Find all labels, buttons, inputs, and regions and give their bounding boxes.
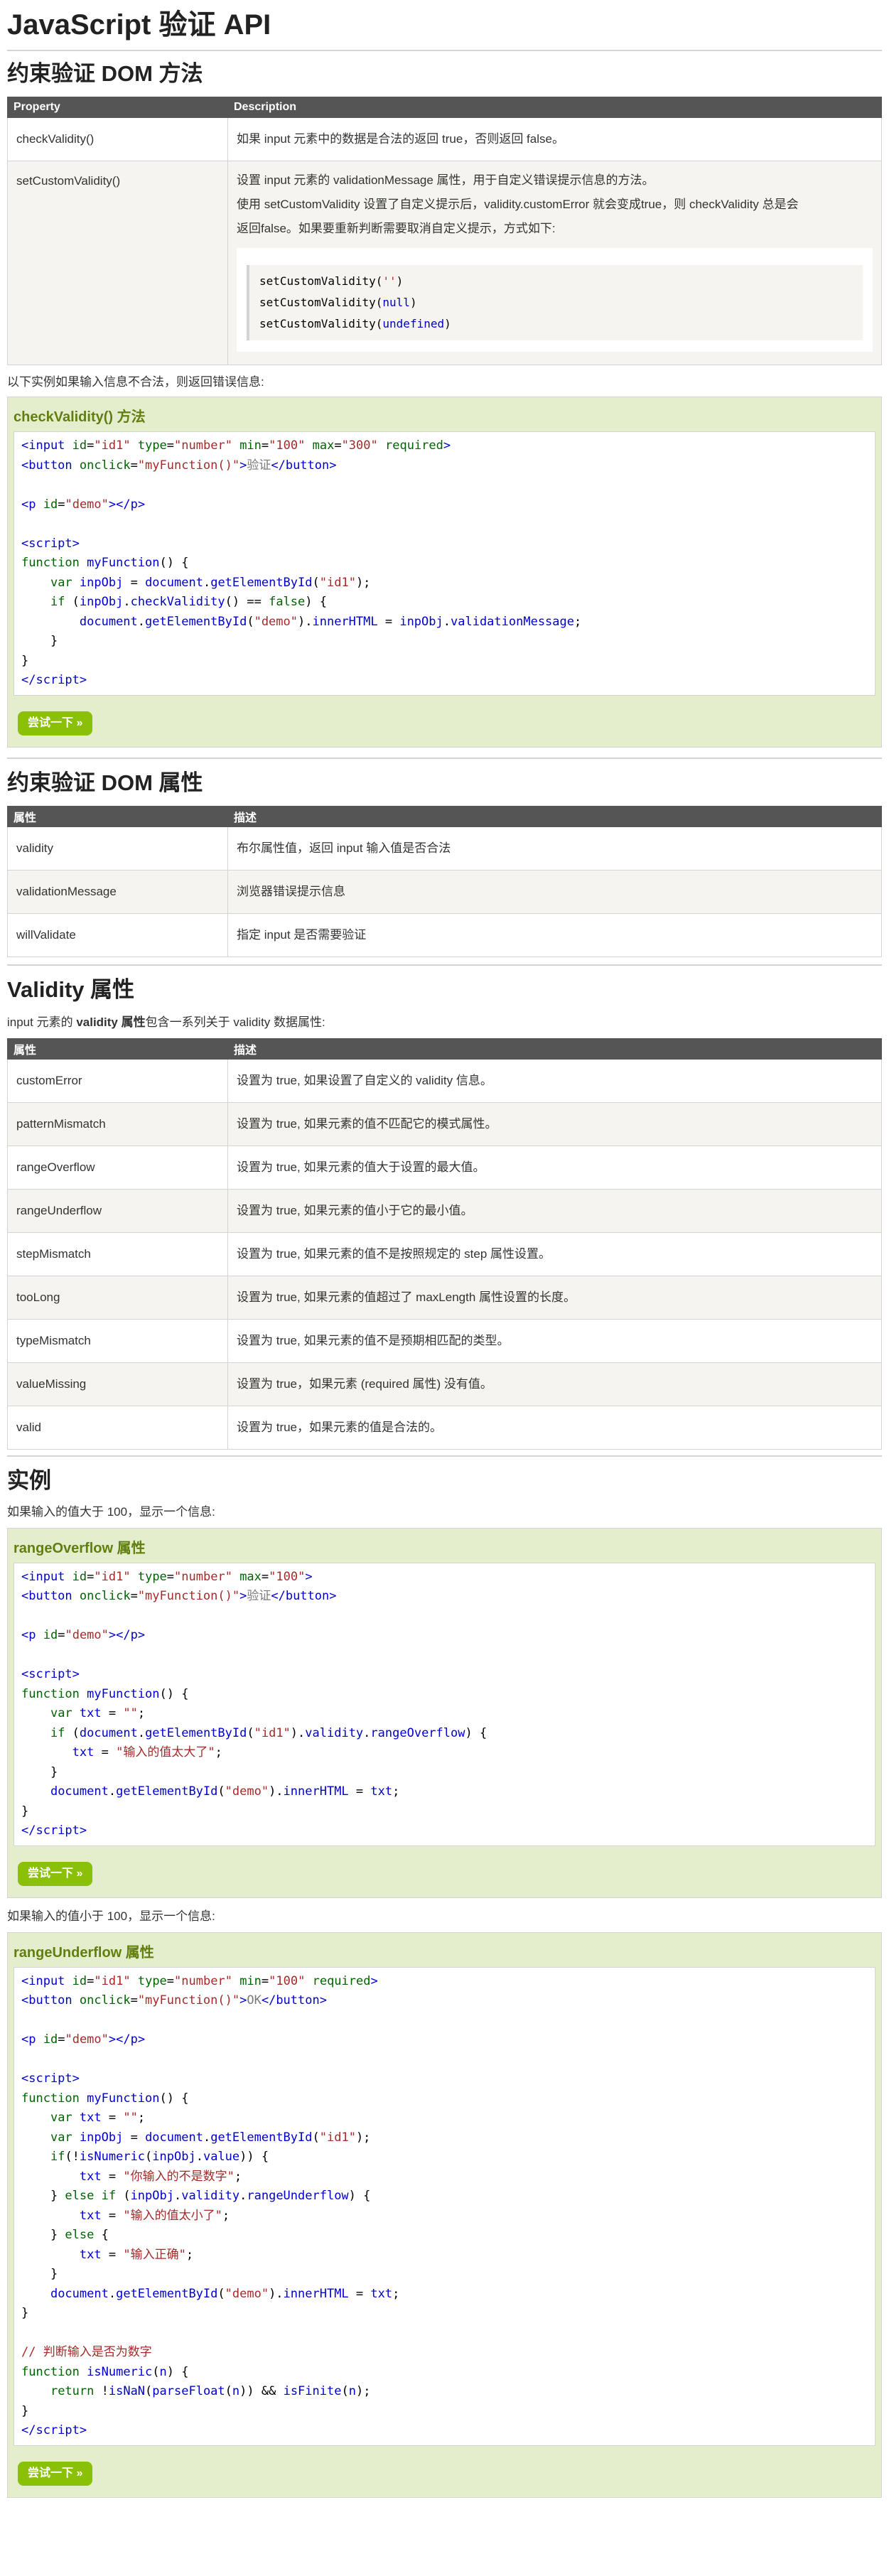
table-row: stepMismatch 设置为 true, 如果元素的值不是按照规定的 ste… [7,1232,882,1276]
table-cell-prop: rangeUnderflow [7,1188,228,1233]
try-it-button[interactable]: 尝试一下 » [18,711,93,735]
table-cell-prop: checkValidity() [7,117,228,161]
example-title: rangeOverflow 属性 [14,1540,146,1556]
table-cell-desc: 设置为 true，如果元素的值是合法的。 [227,1405,882,1450]
table-row: checkValidity() 如果 input 元素中的数据是合法的返回 tr… [7,117,882,161]
table-cell-prop: valueMissing [7,1362,228,1406]
code-line: setCustomValidity('') [259,274,404,288]
section-divider [7,757,882,759]
example-title: checkValidity() 方法 [14,409,146,425]
inline-code-wrapper: setCustomValidity('') setCustomValidity(… [237,248,873,352]
example-box-range-overflow: rangeOverflow 属性 <input id="id1" type="n… [7,1527,882,1898]
code-block: <input id="id1" type="number" max="100">… [14,1562,875,1846]
table-cell-prop: validationMessage [7,869,228,914]
example-title: rangeUnderflow 属性 [14,1944,154,1961]
inline-code-block: setCustomValidity('') setCustomValidity(… [247,265,863,340]
table-cell-prop: validity [7,826,228,871]
table-cell-prop: setCustomValidity() [7,161,228,365]
page-title: JavaScript 验证 API [7,9,271,41]
table-cell-desc: 设置为 true, 如果设置了自定义的 validity 信息。 [227,1058,882,1103]
validity-intro: input 元素的 validity 属性包含一系列关于 validity 数据… [7,1015,325,1029]
table-cell-prop: tooLong [7,1275,228,1320]
table-header: Property [7,97,228,118]
table-row: tooLong 设置为 true, 如果元素的值超过了 maxLength 属性… [7,1275,882,1320]
example-box-check-validity: checkValidity() 方法 <input id="id1" type=… [7,397,882,748]
title-divider [7,50,882,51]
table-cell-desc: 设置为 true, 如果元素的值超过了 maxLength 属性设置的长度。 [227,1275,882,1320]
table-header: 属性 [7,805,228,827]
code-line: setCustomValidity(null) [259,296,417,309]
code-block: <input id="id1" type="number" min="100" … [14,431,875,696]
validity-table: 属性 描述 customError 设置为 true, 如果设置了自定义的 va… [7,1038,882,1450]
table-header: Description [227,97,882,118]
desc-line: 使用 setCustomValidity 设置了自定义提示后，validity.… [237,198,799,211]
try-it-button[interactable]: 尝试一下 » [18,1861,93,1886]
table-row: typeMismatch 设置为 true, 如果元素的值不是预期相匹配的类型。 [7,1318,882,1363]
section-divider [7,964,882,966]
table-cell-desc: 设置 input 元素的 validationMessage 属性，用于自定义错… [227,161,882,365]
table-header: 描述 [227,1038,882,1060]
table-row: valid 设置为 true，如果元素的值是合法的。 [7,1405,882,1450]
table-row: rangeUnderflow 设置为 true, 如果元素的值小于它的最小值。 [7,1188,882,1233]
dom-methods-table: Property Description checkValidity() 如果 … [7,97,882,365]
table-cell-prop: rangeOverflow [7,1145,228,1190]
table-header: 描述 [227,805,882,827]
table-cell-prop: valid [7,1405,228,1450]
table-row: validity 布尔属性值，返回 input 输入值是否合法 [7,826,882,871]
section-heading-dom-properties: 约束验证 DOM 属性 [7,770,203,795]
table-cell-prop: typeMismatch [7,1318,228,1363]
intro-text: 以下实例如果输入信息不合法，则返回错误信息: [7,375,264,389]
desc-line: 返回false。如果要重新判断需要取消自定义提示，方式如下: [237,222,556,235]
table-row: customError 设置为 true, 如果设置了自定义的 validity… [7,1058,882,1103]
section-heading-validity: Validity 属性 [7,976,135,1002]
table-row: validationMessage 浏览器错误提示信息 [7,869,882,914]
section-heading-dom-methods: 约束验证 DOM 方法 [7,61,203,86]
table-cell-desc: 设置为 true，如果元素 (required 属性) 没有值。 [227,1362,882,1406]
table-cell-desc: 布尔属性值，返回 input 输入值是否合法 [227,826,882,871]
try-it-button[interactable]: 尝试一下 » [18,2461,93,2486]
page: JavaScript 验证 API 约束验证 DOM 方法 Property D… [0,0,889,2498]
table-cell-desc: 设置为 true, 如果元素的值大于设置的最大值。 [227,1145,882,1190]
table-cell-desc: 设置为 true, 如果元素的值不匹配它的模式属性。 [227,1101,882,1146]
section-heading-examples: 实例 [7,1467,51,1493]
example-intro: 如果输入的值大于 100，显示一个信息: [7,1504,215,1519]
table-row: patternMismatch 设置为 true, 如果元素的值不匹配它的模式属… [7,1101,882,1146]
table-cell-prop: stepMismatch [7,1232,228,1276]
table-cell-prop: customError [7,1058,228,1103]
table-cell-desc: 如果 input 元素中的数据是合法的返回 true，否则返回 false。 [227,117,882,161]
table-row: valueMissing 设置为 true，如果元素 (required 属性)… [7,1362,882,1406]
table-cell-desc: 设置为 true, 如果元素的值不是预期相匹配的类型。 [227,1318,882,1363]
table-row: rangeOverflow 设置为 true, 如果元素的值大于设置的最大值。 [7,1145,882,1190]
table-header: 属性 [7,1038,228,1060]
table-cell-prop: willValidate [7,912,228,957]
table-cell-desc: 指定 input 是否需要验证 [227,912,882,957]
dom-properties-table: 属性 描述 validity 布尔属性值，返回 input 输入值是否合法 va… [7,805,882,957]
table-cell-prop: patternMismatch [7,1101,228,1146]
code-line: setCustomValidity(undefined) [259,317,451,330]
table-row: setCustomValidity() 设置 input 元素的 validat… [7,161,882,365]
table-cell-desc: 浏览器错误提示信息 [227,869,882,914]
code-block: <input id="id1" type="number" min="100" … [14,1966,875,2446]
table-cell-desc: 设置为 true, 如果元素的值不是按照规定的 step 属性设置。 [227,1232,882,1276]
example-box-range-underflow: rangeUnderflow 属性 <input id="id1" type="… [7,1931,882,2498]
table-cell-desc: 设置为 true, 如果元素的值小于它的最小值。 [227,1188,882,1233]
table-row: willValidate 指定 input 是否需要验证 [7,912,882,957]
section-divider [7,1455,882,1457]
desc-line: 设置 input 元素的 validationMessage 属性，用于自定义错… [237,173,654,187]
example-intro: 如果输入的值小于 100，显示一个信息: [7,1909,215,1923]
